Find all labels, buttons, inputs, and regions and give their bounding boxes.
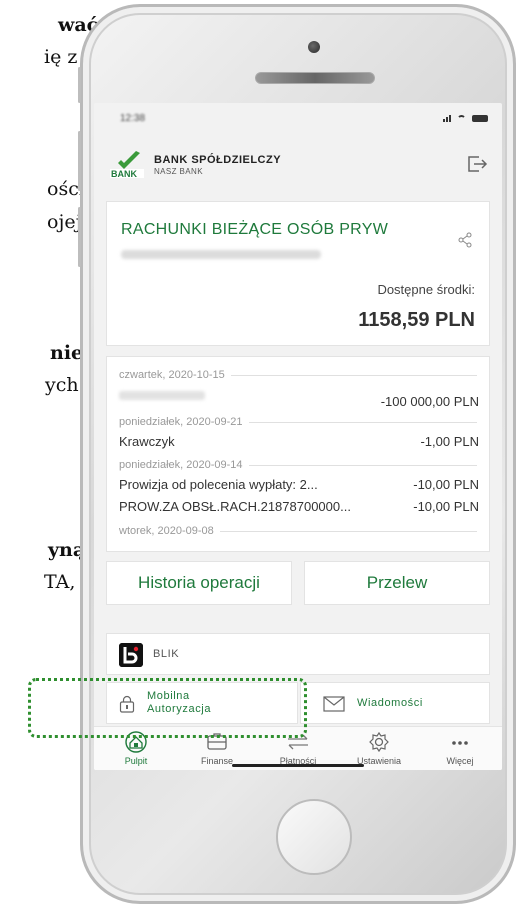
bg-text-line: nie <box>50 342 84 364</box>
transaction-amount: -100 000,00 PLN <box>380 394 479 409</box>
blik-card[interactable]: BLIK <box>106 633 490 675</box>
transaction-date: czwartek, 2020-10-15 <box>119 369 477 381</box>
mute-switch <box>78 67 81 103</box>
blik-icon <box>119 643 143 667</box>
messages-label: Wiadomości <box>357 697 423 709</box>
wifi-icon <box>457 114 466 122</box>
transaction-amount: -10,00 PLN <box>413 499 479 514</box>
front-camera <box>308 41 320 53</box>
share-icon[interactable] <box>457 232 473 248</box>
volume-up-button <box>78 131 81 191</box>
tab-label: Pulpit <box>124 756 148 766</box>
volume-down-button <box>78 207 81 267</box>
phone-screen: 12:38 BANK BANK SPÓŁDZIELCZY NASZ BANK R… <box>94 103 502 770</box>
transaction-title: Prowizja od polecenia wypłaty: 2... <box>119 477 318 492</box>
highlight-frame <box>28 678 307 738</box>
gear-icon <box>369 731 389 753</box>
transaction-date: poniedziałek, 2020-09-14 <box>119 459 477 471</box>
available-funds-amount: 1158,59 PLN <box>358 309 475 331</box>
transaction-title-redacted <box>119 391 205 400</box>
tab-wiecej[interactable]: Więcej <box>420 727 500 770</box>
transaction-title: Krawczyk <box>119 434 175 449</box>
transaction-title: PROW.ZA OBSŁ.RACH.21878700000... <box>119 499 351 514</box>
bank-subtitle: NASZ BANK <box>154 167 203 176</box>
history-button[interactable]: Historia operacji <box>106 561 292 605</box>
home-indicator <box>232 764 364 767</box>
earpiece-speaker <box>255 72 375 84</box>
tab-label: Więcej <box>446 756 474 766</box>
bg-text-line: TA, <box>44 571 76 593</box>
transaction-date: wtorek, 2020-09-08 <box>119 525 477 537</box>
transaction-date: poniedziałek, 2020-09-21 <box>119 416 477 428</box>
recent-transactions: czwartek, 2020-10-15 -100 000,00 PLN pon… <box>106 356 490 552</box>
app-header: BANK BANK SPÓŁDZIELCZY NASZ BANK <box>94 139 502 187</box>
more-dots-icon <box>452 741 468 745</box>
account-card[interactable]: RACHUNKI BIEŻĄCE OSÓB PRYW Dostępne środ… <box>106 201 490 346</box>
status-time: 12:38 <box>120 113 146 124</box>
available-funds-label: Dostępne środki: <box>377 282 475 297</box>
bank-name: BANK SPÓŁDZIELCZY <box>154 154 282 166</box>
blik-label: BLIK <box>153 648 180 660</box>
bg-text-line: ych <box>45 374 79 396</box>
messages-button[interactable]: Wiadomości <box>300 682 490 724</box>
bank-logo: BANK <box>110 151 144 179</box>
account-number-redacted <box>121 250 321 259</box>
signal-icon <box>443 114 451 122</box>
bg-text-line: ojej <box>47 211 82 233</box>
svg-text:BANK: BANK <box>111 169 137 179</box>
status-bar: 12:38 <box>94 103 502 139</box>
logout-icon[interactable] <box>466 154 488 174</box>
battery-icon <box>472 114 488 122</box>
transaction-amount: -1,00 PLN <box>420 434 479 449</box>
bg-text-line: ię z <box>44 46 78 68</box>
transfer-button[interactable]: Przelew <box>304 561 490 605</box>
envelope-icon <box>323 696 345 712</box>
transaction-amount: -10,00 PLN <box>413 477 479 492</box>
account-name: RACHUNKI BIEŻĄCE OSÓB PRYW <box>121 221 389 238</box>
home-button[interactable] <box>276 799 352 875</box>
